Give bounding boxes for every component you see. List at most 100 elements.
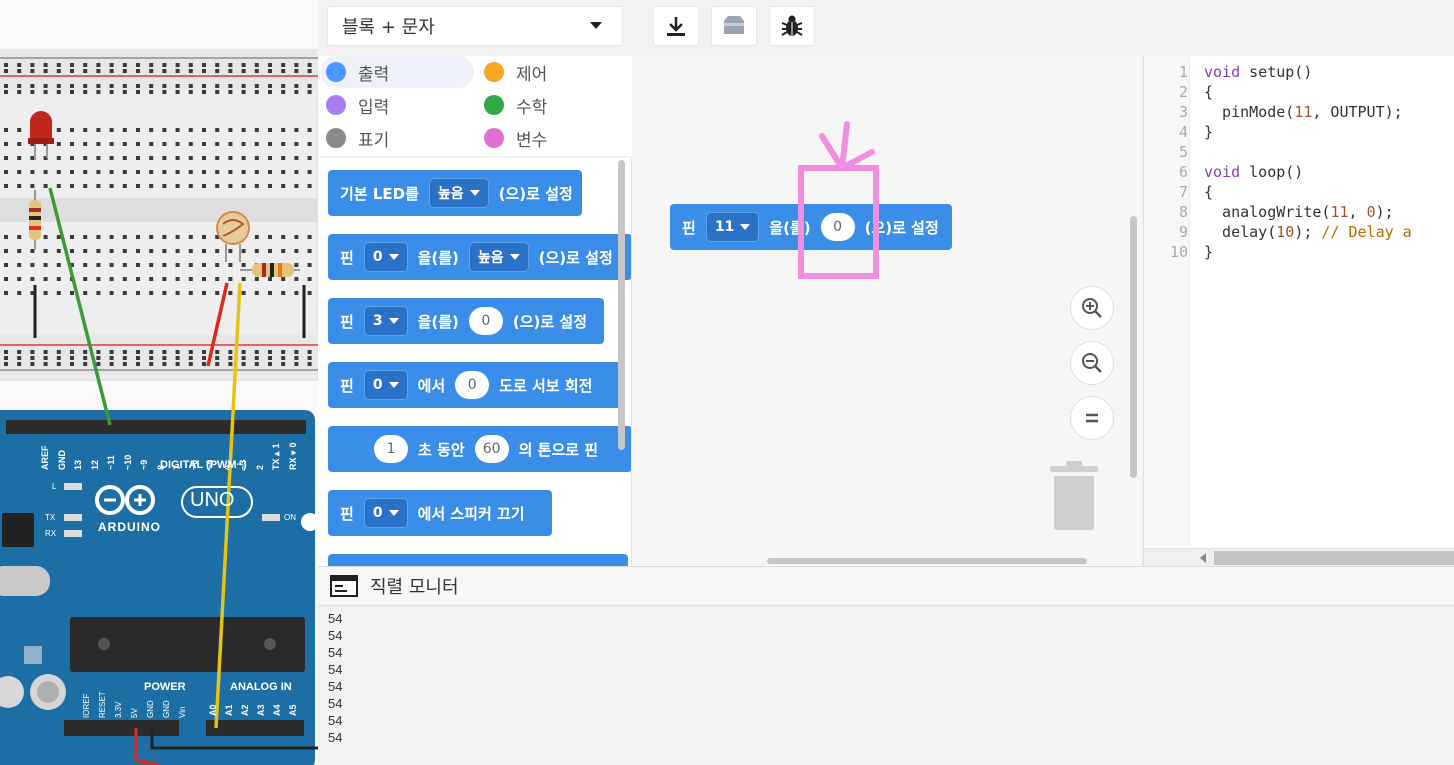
breadboard-hole: [17, 128, 22, 132]
category-dot-icon: [326, 128, 346, 148]
breadboard-hole: [175, 69, 180, 73]
breadboard-hole: [83, 277, 88, 281]
code-line[interactable]: {: [1204, 182, 1213, 202]
block-workspace[interactable]: 핀 11 을(를) 0 (으)로 설정: [632, 56, 1142, 566]
block-play-tone[interactable]: 1 초 동안 60 의 톤으로 핀: [328, 426, 631, 472]
breadboard-hole: [254, 291, 259, 295]
breadboard-hole: [228, 84, 233, 88]
breadboard-hole: [175, 277, 180, 281]
zoom-in-button[interactable]: [1070, 286, 1114, 330]
breadboard-hole: [83, 90, 88, 94]
components-button[interactable]: [711, 6, 757, 46]
block-set-pin-level[interactable]: 핀 0 을(를) 높음 (으)로 설정: [328, 234, 631, 280]
breadboard-hole: [268, 142, 272, 146]
category-notation[interactable]: 표기: [320, 122, 470, 154]
breadboard-hole: [241, 90, 246, 94]
duration-input[interactable]: 1: [374, 435, 408, 463]
breadboard-hole: [307, 90, 312, 94]
code-scrollbar-horizontal[interactable]: [1144, 548, 1454, 566]
category-output[interactable]: 출력: [320, 56, 474, 88]
scroll-left-icon[interactable]: [1200, 553, 1206, 563]
code-scroll-thumb[interactable]: [1214, 551, 1454, 565]
level-dropdown[interactable]: 높음: [428, 178, 489, 208]
pin-dropdown[interactable]: 11: [705, 212, 760, 242]
workspace-scrollbar-vertical[interactable]: [1130, 216, 1137, 478]
download-button[interactable]: [653, 6, 699, 46]
breadboard-hole: [70, 184, 74, 188]
zoom-reset-button[interactable]: [1070, 396, 1114, 440]
breadboard-hole: [294, 63, 299, 67]
breadboard-hole: [215, 263, 220, 267]
breadboard-hole: [30, 90, 35, 94]
breadboard-hole: [215, 128, 220, 132]
breadboard-hole: [294, 277, 299, 281]
breadboard-hole: [83, 156, 88, 160]
pin-dropdown[interactable]: 0: [363, 370, 408, 400]
breadboard-hole: [241, 184, 246, 188]
block-rotate-servo[interactable]: 핀 0 에서 0 도로 서보 회전: [328, 362, 622, 408]
debugger-button[interactable]: [769, 6, 815, 46]
breadboard-hole: [175, 291, 180, 295]
block-set-pin-value[interactable]: 핀 3 을(를) 0 (으)로 설정: [328, 298, 604, 344]
breadboard-hole: [268, 170, 272, 174]
serial-monitor-output[interactable]: 54 54 54 54 54 54 54 54: [318, 606, 1454, 765]
category-control[interactable]: 제어: [478, 56, 608, 88]
breadboard-hole: [228, 362, 233, 366]
code-line[interactable]: void setup(): [1204, 62, 1312, 82]
breadboard-hole: [17, 84, 22, 88]
code-line[interactable]: void loop(): [1204, 162, 1303, 182]
code-line[interactable]: analogWrite(11, 0);: [1204, 202, 1394, 222]
breadboard-hole: [4, 63, 8, 67]
pin-dropdown[interactable]: 0: [363, 498, 408, 528]
breadboard-hole: [83, 249, 88, 253]
palette-scrollbar[interactable]: [618, 160, 625, 450]
breadboard-hole: [162, 170, 167, 174]
code-line[interactable]: pinMode(11, OUTPUT);: [1204, 102, 1403, 122]
level-dropdown[interactable]: 높음: [468, 242, 529, 272]
chevron-down-icon: [388, 318, 399, 324]
block-text: (으)로 설정: [538, 248, 613, 267]
block-partial[interactable]: [328, 554, 628, 566]
breadboard-hole: [202, 356, 206, 360]
block-set-builtin-led[interactable]: 기본 LED를 높음 (으)로 설정: [328, 170, 582, 216]
breadboard-hole: [175, 356, 180, 360]
analog-pin-label: A3: [256, 704, 266, 716]
breadboard-hole: [149, 69, 154, 73]
value-input[interactable]: 0: [468, 307, 503, 335]
breadboard-hole: [268, 128, 272, 132]
pin-dropdown[interactable]: 0: [363, 242, 408, 272]
breadboard-hole: [83, 235, 88, 239]
block-stop-speaker[interactable]: 핀 0 에서 스피커 끄기: [328, 490, 552, 536]
trash-icon[interactable]: [1046, 460, 1102, 532]
breadboard-hole: [202, 249, 206, 253]
angle-input[interactable]: 0: [455, 371, 490, 399]
breadboard-hole: [43, 291, 48, 295]
serial-monitor-header[interactable]: 직렬 모니터: [318, 566, 1454, 606]
pin-dropdown[interactable]: 3: [363, 306, 408, 336]
editor-mode-dropdown[interactable]: 블록 + 문자: [327, 6, 623, 46]
tone-input[interactable]: 60: [474, 435, 509, 463]
code-line[interactable]: {: [1204, 82, 1213, 102]
breadboard-hole: [56, 84, 61, 88]
circuit-canvas[interactable]: DIGITAL (PWM~) ARDUINO UNO POWER ANALOG …: [0, 0, 318, 765]
breadboard-hole: [188, 90, 193, 94]
code-line[interactable]: }: [1204, 242, 1213, 262]
category-variables[interactable]: 변수: [478, 122, 608, 154]
breadboard-hole: [162, 156, 167, 160]
breadboard-hole: [188, 84, 193, 88]
line-number: 10: [1169, 243, 1188, 261]
breadboard-hole: [136, 277, 140, 281]
code-line[interactable]: }: [1204, 122, 1213, 142]
workspace-scrollbar-horizontal[interactable]: [767, 558, 1087, 564]
breadboard-hole: [294, 156, 299, 160]
code-line[interactable]: delay(10); // Delay a: [1204, 222, 1412, 242]
category-input[interactable]: 입력: [320, 89, 470, 121]
breadboard-hole: [215, 84, 220, 88]
breadboard-hole: [109, 156, 114, 160]
pin-label: AREF: [40, 445, 50, 471]
category-math[interactable]: 수학: [478, 89, 608, 121]
power-pin-label: Vin: [178, 706, 187, 718]
breadboard-hole: [162, 263, 167, 267]
code-editor[interactable]: 1 2 3 4 5 6 7 8 9 10 void setup(){ pinMode(11, OU…: [1143, 56, 1454, 566]
zoom-out-button[interactable]: [1070, 341, 1114, 385]
